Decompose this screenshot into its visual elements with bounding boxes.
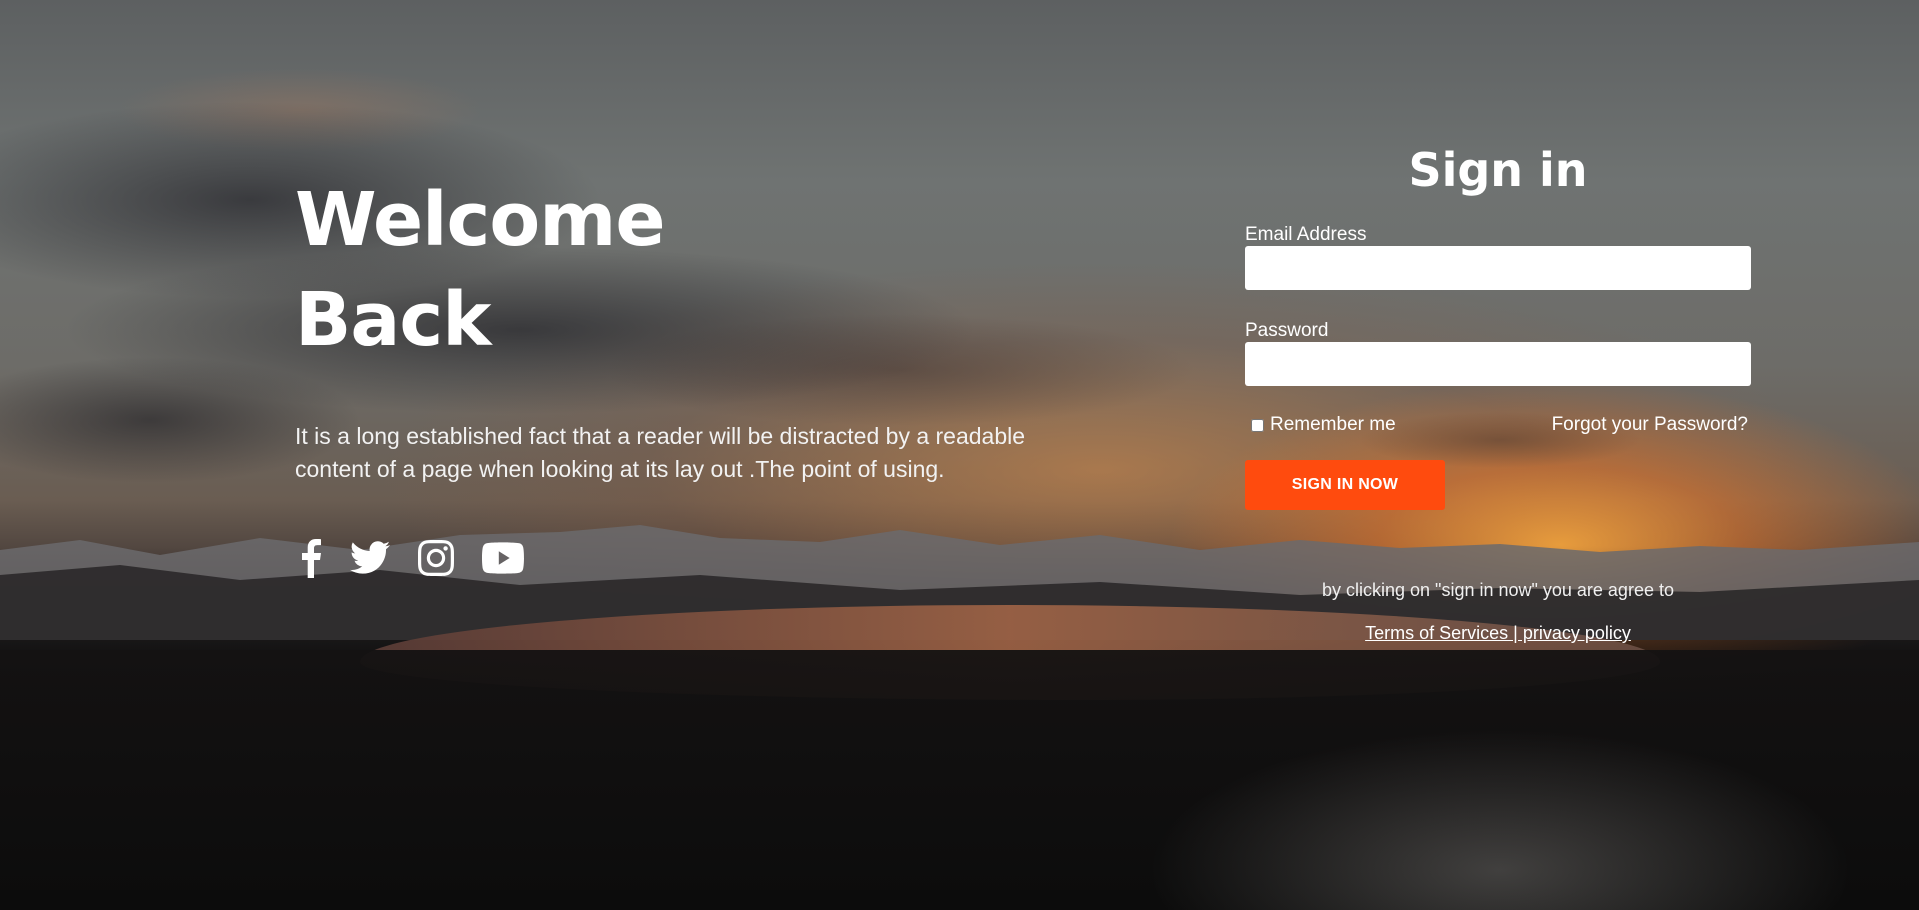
hero-title: Welcome Back xyxy=(295,170,1075,370)
instagram-icon[interactable] xyxy=(418,540,454,576)
hero-title-line2: Back xyxy=(295,277,491,363)
terms-privacy-link[interactable]: Terms of Services | privacy policy xyxy=(1365,623,1631,643)
login-page: Welcome Back It is a long established fa… xyxy=(0,0,1919,910)
remember-me-checkbox[interactable] xyxy=(1251,418,1264,432)
remember-me-label: Remember me xyxy=(1270,414,1396,435)
email-label: Email Address xyxy=(1245,224,1367,245)
email-field[interactable] xyxy=(1245,246,1751,290)
password-label: Password xyxy=(1245,320,1329,341)
forgot-password-link[interactable]: Forgot your Password? xyxy=(1552,414,1748,436)
sign-in-button[interactable]: SIGN IN NOW xyxy=(1245,460,1445,510)
hero-section: Welcome Back It is a long established fa… xyxy=(295,170,1075,486)
youtube-icon[interactable] xyxy=(482,542,524,574)
password-field[interactable] xyxy=(1245,342,1751,386)
twitter-icon[interactable] xyxy=(350,541,390,575)
hero-description: It is a long established fact that a rea… xyxy=(295,423,1026,482)
hero-title-line1: Welcome xyxy=(295,177,666,263)
social-links xyxy=(300,538,524,578)
background-forest xyxy=(0,650,1919,910)
remember-me[interactable]: Remember me xyxy=(1245,414,1396,436)
legal-links: Terms of Services | privacy policy xyxy=(1245,623,1751,644)
signin-title: Sign in xyxy=(1408,143,1588,197)
signin-options: Remember me Forgot your Password? xyxy=(1245,410,1751,440)
facebook-icon[interactable] xyxy=(300,538,322,578)
agree-text: by clicking on "sign in now" you are agr… xyxy=(1322,580,1674,600)
signin-panel: Sign in Email Address Password Remember … xyxy=(1245,130,1751,644)
